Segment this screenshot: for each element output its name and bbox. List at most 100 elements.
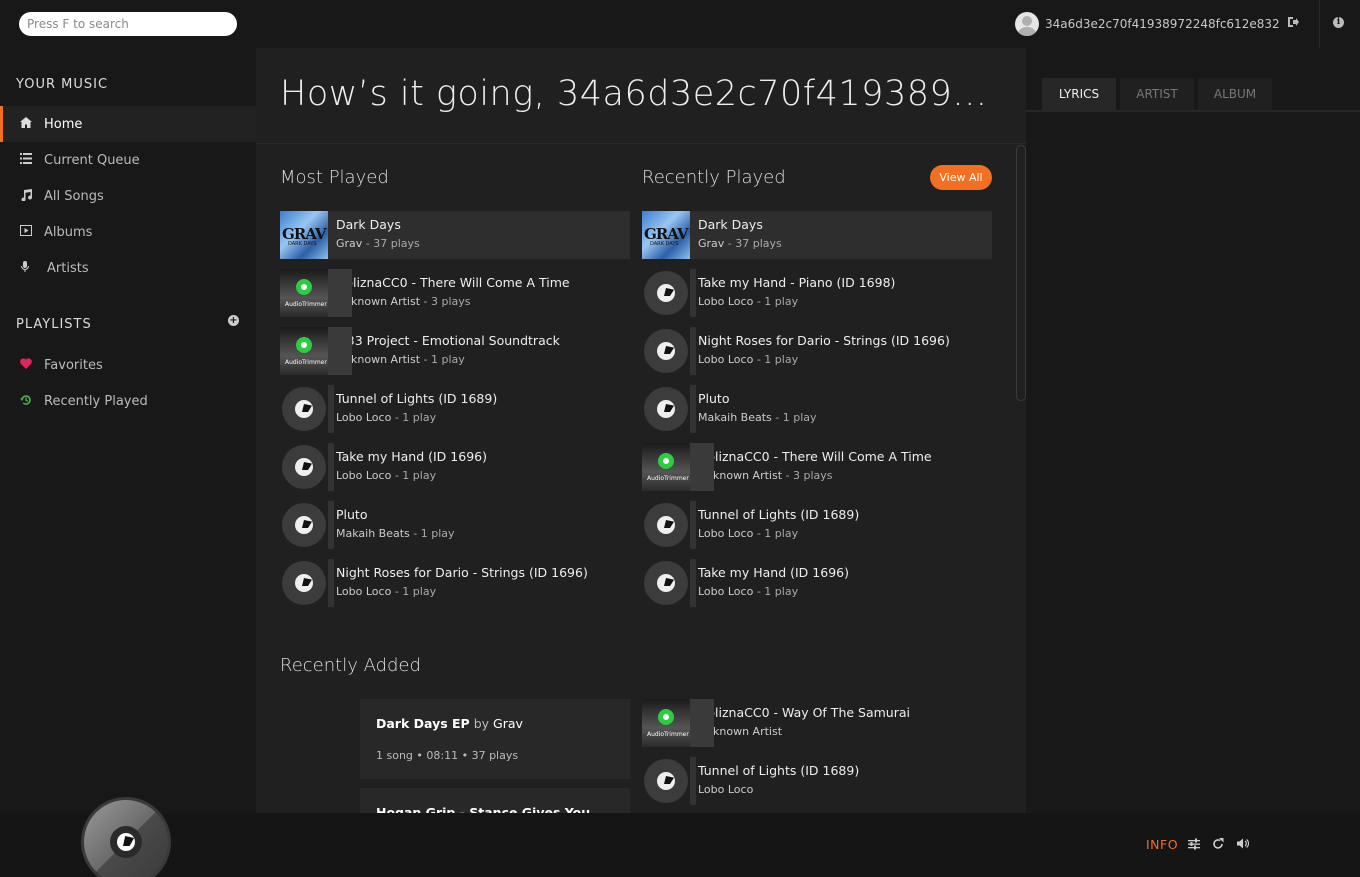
tab-artist[interactable]: ARTIST xyxy=(1120,78,1194,111)
album-art-sublabel: DARK DAYS xyxy=(650,241,679,247)
art-shadow xyxy=(690,699,714,747)
user-menu[interactable]: 34a6d3e2c70f41938972248fc612e832 xyxy=(1015,12,1280,36)
track-title[interactable]: Take my Hand (ID 1696) xyxy=(336,449,487,464)
tab-album[interactable]: ALBUM xyxy=(1198,78,1272,111)
track-artist[interactable]: Lobo Loco xyxy=(698,783,753,796)
art-shadow xyxy=(328,269,352,317)
sidebar-item-albums[interactable]: Albums xyxy=(0,214,256,250)
track-artist[interactable]: Grav xyxy=(698,237,724,250)
sidebar-item-home[interactable]: Home xyxy=(0,106,256,142)
add-playlist-icon[interactable]: + xyxy=(228,315,239,326)
track-title[interactable]: HoliznaCC0 - Way Of The Samurai xyxy=(698,705,910,720)
track-row[interactable]: AudioTrimmer HoliznaCC0 - There Will Come… xyxy=(642,443,992,491)
track-title[interactable]: HoliznaCC0 - There Will Come A Time xyxy=(336,275,570,290)
track-row[interactable]: Take my Hand (ID 1696) Lobo Loco - 1 play xyxy=(280,443,630,491)
track-info: Tunnel of Lights (ID 1689) Lobo Loco - 1 … xyxy=(328,385,497,433)
track-title[interactable]: Night Roses for Dario - Strings (ID 1696… xyxy=(336,565,588,580)
equalizer-icon[interactable] xyxy=(1188,838,1200,854)
track-subtitle: Unknown Artist - 3 plays xyxy=(336,295,471,308)
track-plays: 1 play xyxy=(782,411,817,424)
track-artist[interactable]: Grav xyxy=(336,237,362,250)
repeat-icon[interactable] xyxy=(1212,838,1224,854)
scrollbar[interactable] xyxy=(1016,145,1026,401)
track-title[interactable]: Pluto xyxy=(698,391,817,406)
track-title[interactable]: Take my Hand (ID 1696) xyxy=(698,565,849,580)
track-subtitle: Lobo Loco - 1 play xyxy=(698,585,799,598)
track-artist[interactable]: Lobo Loco xyxy=(698,353,753,366)
track-info: M33 Project - Emotional Soundtrack Unknow… xyxy=(328,327,560,375)
art-shadow xyxy=(690,269,696,317)
tab-lyrics[interactable]: LYRICS xyxy=(1042,78,1116,111)
sidebar-item-favorites[interactable]: Favorites xyxy=(0,347,256,383)
album-artist[interactable]: Grav xyxy=(493,716,523,731)
album-card[interactable]: Hogan Grip - Stance Gives You Balance xyxy=(360,788,630,813)
track-artist[interactable]: Lobo Loco xyxy=(698,295,753,308)
volume-icon[interactable] xyxy=(1237,838,1249,853)
track-title[interactable]: Take my Hand - Piano (ID 1698) xyxy=(698,275,895,290)
art-shadow xyxy=(690,501,696,549)
album-name[interactable]: Hogan Grip - Stance Gives You Balance xyxy=(376,805,590,813)
track-plays: 1 play xyxy=(431,353,465,366)
sidebar-item-current-queue[interactable]: Current Queue xyxy=(0,142,256,178)
track-row[interactable]: Night Roses for Dario - Strings (ID 1696… xyxy=(280,559,630,607)
sidebar-item-recently-played[interactable]: Recently Played xyxy=(0,383,256,419)
logout-icon[interactable] xyxy=(1287,16,1299,30)
track-artist[interactable]: Lobo Loco xyxy=(698,585,753,598)
track-artist[interactable]: Lobo Loco xyxy=(336,411,391,424)
disc-icon xyxy=(282,387,326,431)
track-row[interactable]: AudioTrimmer M33 Project - Emotional Soun… xyxy=(280,327,630,375)
track-artist[interactable]: Lobo Loco xyxy=(336,585,391,598)
track-title[interactable]: Pluto xyxy=(336,507,455,522)
track-title[interactable]: Dark Days xyxy=(336,217,420,232)
track-title[interactable]: M33 Project - Emotional Soundtrack xyxy=(336,333,560,348)
track-row[interactable]: Tunnel of Lights (ID 1689) Lobo Loco - 1 … xyxy=(642,501,992,549)
track-row[interactable]: Pluto Makaih Beats - 1 play xyxy=(280,501,630,549)
track-row[interactable]: Take my Hand (ID 1696) Lobo Loco - 1 play xyxy=(642,559,992,607)
track-subtitle: Grav - 37 plays xyxy=(698,237,782,250)
track-artist[interactable]: Lobo Loco xyxy=(698,527,753,540)
track-title[interactable]: HoliznaCC0 - There Will Come A Time xyxy=(698,449,932,464)
default-album-art xyxy=(642,559,696,607)
track-plays: 3 plays xyxy=(431,295,471,308)
track-row[interactable]: GRAV DARK DAYS Dark Days Grav - 37 plays xyxy=(642,211,992,259)
track-row[interactable]: AudioTrimmer HoliznaCC0 - There Will Come… xyxy=(280,269,630,317)
track-info: HoliznaCC0 - Way Of The Samurai Unknown A… xyxy=(690,699,910,747)
avatar[interactable] xyxy=(1015,12,1039,36)
album-card[interactable]: Dark Days EP by Grav 1 song • 08:11 • 37… xyxy=(360,699,630,779)
default-album-art xyxy=(280,559,334,607)
music-note-icon xyxy=(20,188,44,204)
heart-icon xyxy=(20,358,44,372)
default-album-art xyxy=(642,385,696,433)
track-row[interactable]: Pluto Makaih Beats - 1 play xyxy=(642,385,992,433)
track-row[interactable]: Take my Hand - Piano (ID 1698) Lobo Loco … xyxy=(642,269,992,317)
track-row[interactable]: GRAV DARK DAYS Dark Days Grav - 37 plays xyxy=(280,211,630,259)
sidebar-item-all-songs[interactable]: All Songs xyxy=(0,178,256,214)
track-title[interactable]: Dark Days xyxy=(698,217,782,232)
view-all-button[interactable]: View All xyxy=(930,165,992,190)
track-title[interactable]: Tunnel of Lights (ID 1689) xyxy=(698,507,859,522)
info-icon[interactable]: i xyxy=(1333,17,1344,28)
track-artist[interactable]: Makaih Beats xyxy=(336,527,410,540)
search-input[interactable] xyxy=(19,12,237,36)
track-title[interactable]: Night Roses for Dario - Strings (ID 1696… xyxy=(698,333,950,348)
default-album-art xyxy=(642,501,696,549)
track-row[interactable]: AudioTrimmer HoliznaCC0 - Way Of The Samu… xyxy=(642,699,992,747)
track-artist[interactable]: Lobo Loco xyxy=(336,469,391,482)
history-icon xyxy=(20,394,44,409)
track-title[interactable]: Tunnel of Lights (ID 1689) xyxy=(698,763,859,778)
now-playing-cover[interactable] xyxy=(81,797,171,877)
track-plays: 3 plays xyxy=(793,469,833,482)
track-artist[interactable]: Makaih Beats xyxy=(698,411,772,424)
sidebar-item-label: All Songs xyxy=(44,188,104,204)
info-button[interactable]: INFO xyxy=(1146,837,1178,852)
track-info: Dark Days Grav - 37 plays xyxy=(328,211,420,259)
track-title[interactable]: Tunnel of Lights (ID 1689) xyxy=(336,391,497,406)
track-row[interactable]: Tunnel of Lights (ID 1689) Lobo Loco xyxy=(642,757,992,805)
track-row[interactable]: Tunnel of Lights (ID 1689) Lobo Loco - 1 … xyxy=(280,385,630,433)
disc-icon xyxy=(644,561,688,605)
username[interactable]: 34a6d3e2c70f41938972248fc612e832 xyxy=(1045,17,1280,31)
art-shadow xyxy=(690,559,696,607)
track-row[interactable]: Night Roses for Dario - Strings (ID 1696… xyxy=(642,327,992,375)
sidebar-item-artists[interactable]: Artists xyxy=(0,250,256,286)
album-name[interactable]: Dark Days EP xyxy=(376,716,470,731)
